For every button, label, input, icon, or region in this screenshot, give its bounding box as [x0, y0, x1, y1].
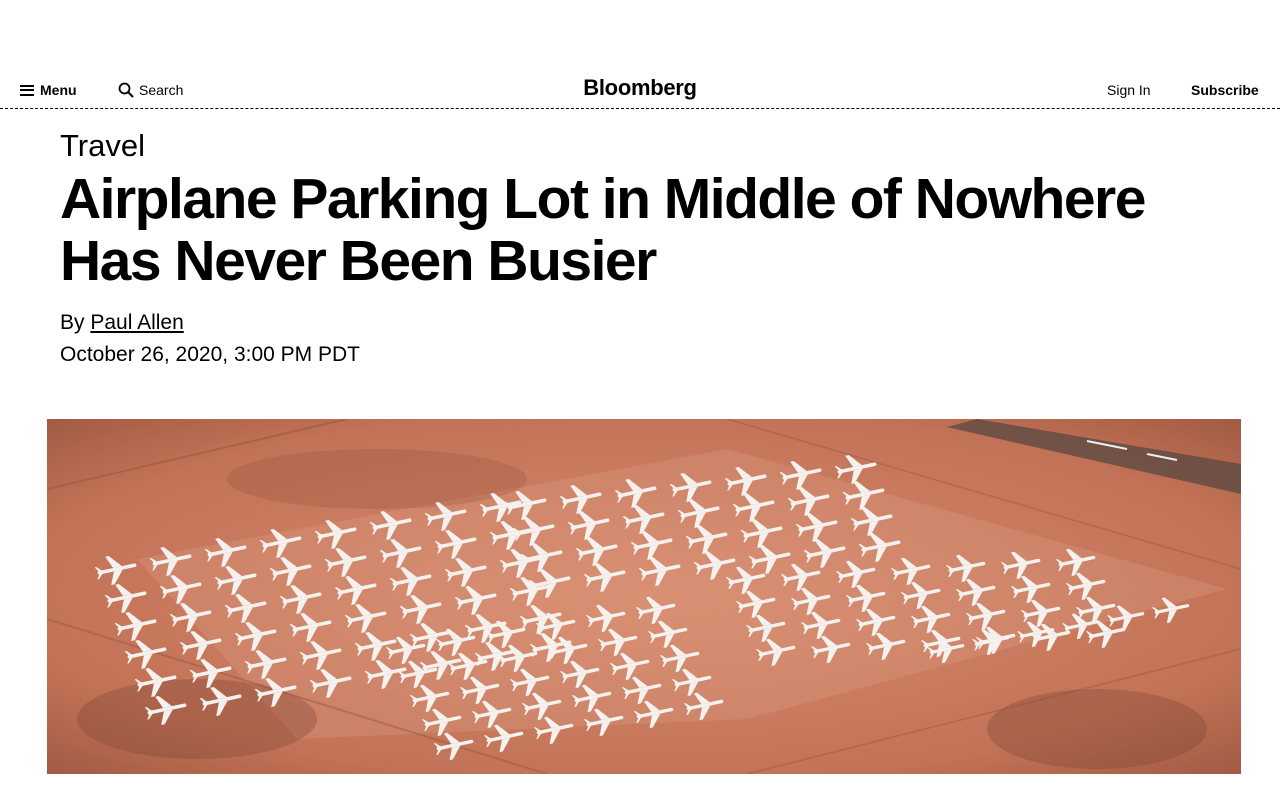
hero-image: [47, 419, 1241, 774]
top-navigation-bar: Menu Search Bloomberg Sign In Subscribe: [0, 70, 1280, 109]
site-logo[interactable]: Bloomberg: [0, 75, 1280, 101]
sign-in-link[interactable]: Sign In: [1107, 82, 1151, 98]
aerial-airplane-field-photo: [47, 419, 1241, 774]
byline-prefix: By: [60, 311, 85, 334]
article-headline: Airplane Parking Lot in Middle of Nowher…: [60, 167, 1146, 293]
publish-date: October 26, 2020, 3:00 PM PDT: [60, 343, 360, 366]
subscribe-link[interactable]: Subscribe: [1191, 82, 1259, 98]
article-category[interactable]: Travel: [60, 128, 145, 164]
byline: By Paul Allen: [60, 311, 184, 335]
author-link[interactable]: Paul Allen: [90, 311, 183, 334]
